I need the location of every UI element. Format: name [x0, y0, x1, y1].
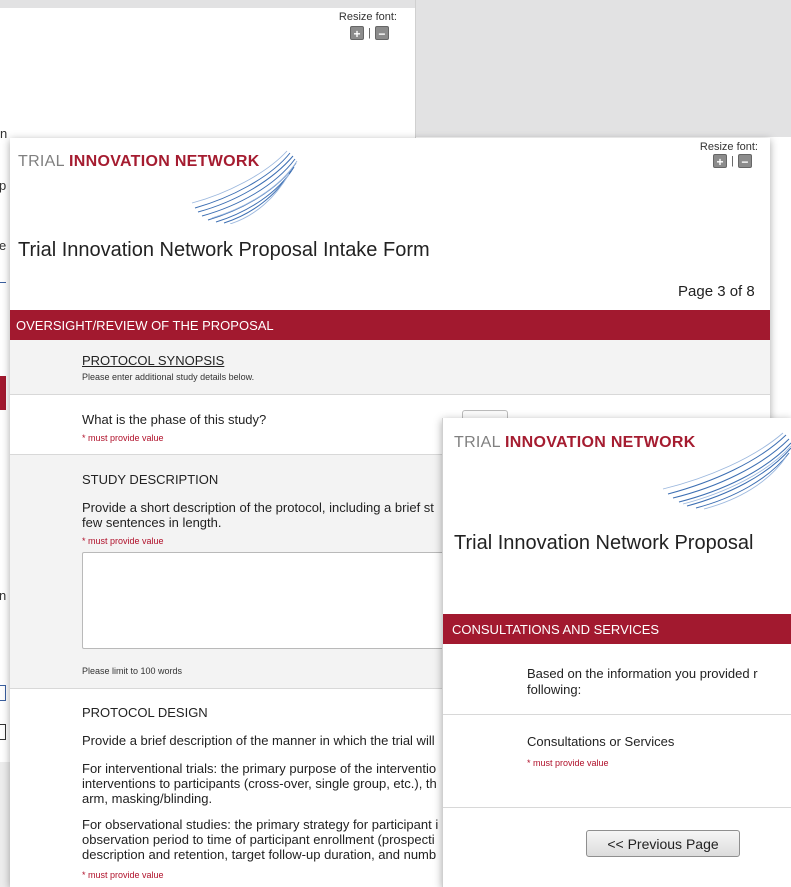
observational-line1: For observational studies: the primary s…: [82, 817, 439, 832]
consultations-label: Consultations or Services: [527, 734, 675, 749]
logo-swoosh-icon: [191, 150, 298, 224]
interventional-line1: For interventional trials: the primary p…: [82, 761, 437, 776]
back-window: Resize font: + | − n: [0, 0, 416, 140]
protocol-design-intro: Provide a brief description of the manne…: [82, 733, 435, 748]
font-separator: |: [731, 155, 734, 167]
left-input-fragment[interactable]: [0, 685, 6, 701]
divider: [443, 714, 791, 715]
resize-font-controls: + | −: [350, 26, 389, 41]
decrease-font-icon[interactable]: −: [374, 26, 389, 41]
resize-font-controls: + | −: [713, 154, 752, 169]
study-description-label-line2: few sentences in length.: [82, 515, 222, 530]
back-window-left-strip: p e n: [0, 140, 10, 887]
background-area: [416, 0, 791, 137]
interventional-line2: interventions to participants (cross-ove…: [82, 776, 437, 791]
study-description-title: STUDY DESCRIPTION: [82, 472, 219, 487]
divider: [10, 394, 770, 395]
front-window: TRIAL INNOVATION NETWORK Trial Innovatio…: [442, 418, 791, 887]
study-description-label-line1: Provide a short description of the proto…: [82, 500, 434, 515]
left-link-fragment[interactable]: [0, 276, 6, 283]
observational-line2: observation period to time of participan…: [82, 832, 435, 847]
left-grey-fragment: [0, 762, 10, 887]
section-header: CONSULTATIONS AND SERVICES: [443, 614, 791, 644]
protocol-synopsis-title: PROTOCOL SYNOPSIS: [82, 353, 225, 368]
left-red-fragment: [0, 376, 6, 410]
left-text-fragment: e: [0, 238, 7, 253]
decrease-font-icon[interactable]: −: [737, 154, 752, 169]
top-bar: [0, 0, 415, 8]
increase-font-icon[interactable]: +: [350, 26, 364, 41]
left-text-fragment: n: [0, 126, 8, 140]
word-limit-note: Please limit to 100 words: [82, 666, 183, 676]
divider: [443, 807, 791, 808]
required-note: * must provide value: [82, 870, 164, 880]
required-note: * must provide value: [82, 536, 164, 546]
required-note: * must provide value: [527, 758, 609, 768]
protocol-design-title: PROTOCOL DESIGN: [82, 705, 208, 720]
previous-page-button[interactable]: << Previous Page: [586, 830, 740, 857]
based-on-line1: Based on the information you provided r: [527, 666, 758, 681]
page-indicator: Page 3 of 8: [678, 283, 755, 300]
logo-swoosh-icon: [662, 432, 791, 510]
section-header: OVERSIGHT/REVIEW OF THE PROPOSAL: [10, 310, 770, 340]
left-text-fragment: p: [0, 178, 7, 193]
resize-font-label: Resize font:: [338, 11, 397, 23]
left-input-fragment[interactable]: [0, 724, 6, 740]
resize-font-label: Resize font:: [699, 141, 758, 153]
form-title: Trial Innovation Network Proposal: [454, 532, 754, 554]
study-description-textarea[interactable]: [82, 552, 504, 649]
left-text-fragment: n: [0, 588, 7, 603]
font-separator: |: [368, 27, 371, 39]
interventional-line3: arm, masking/blinding.: [82, 791, 213, 806]
required-note: * must provide value: [82, 433, 164, 443]
form-title: Trial Innovation Network Proposal Intake…: [18, 239, 430, 261]
increase-font-icon[interactable]: +: [713, 154, 727, 169]
phase-question-label: What is the phase of this study?: [82, 412, 267, 427]
based-on-line2: following:: [527, 682, 582, 697]
protocol-synopsis-note: Please enter additional study details be…: [82, 372, 255, 382]
observational-line3: description and retention, target follow…: [82, 847, 437, 862]
